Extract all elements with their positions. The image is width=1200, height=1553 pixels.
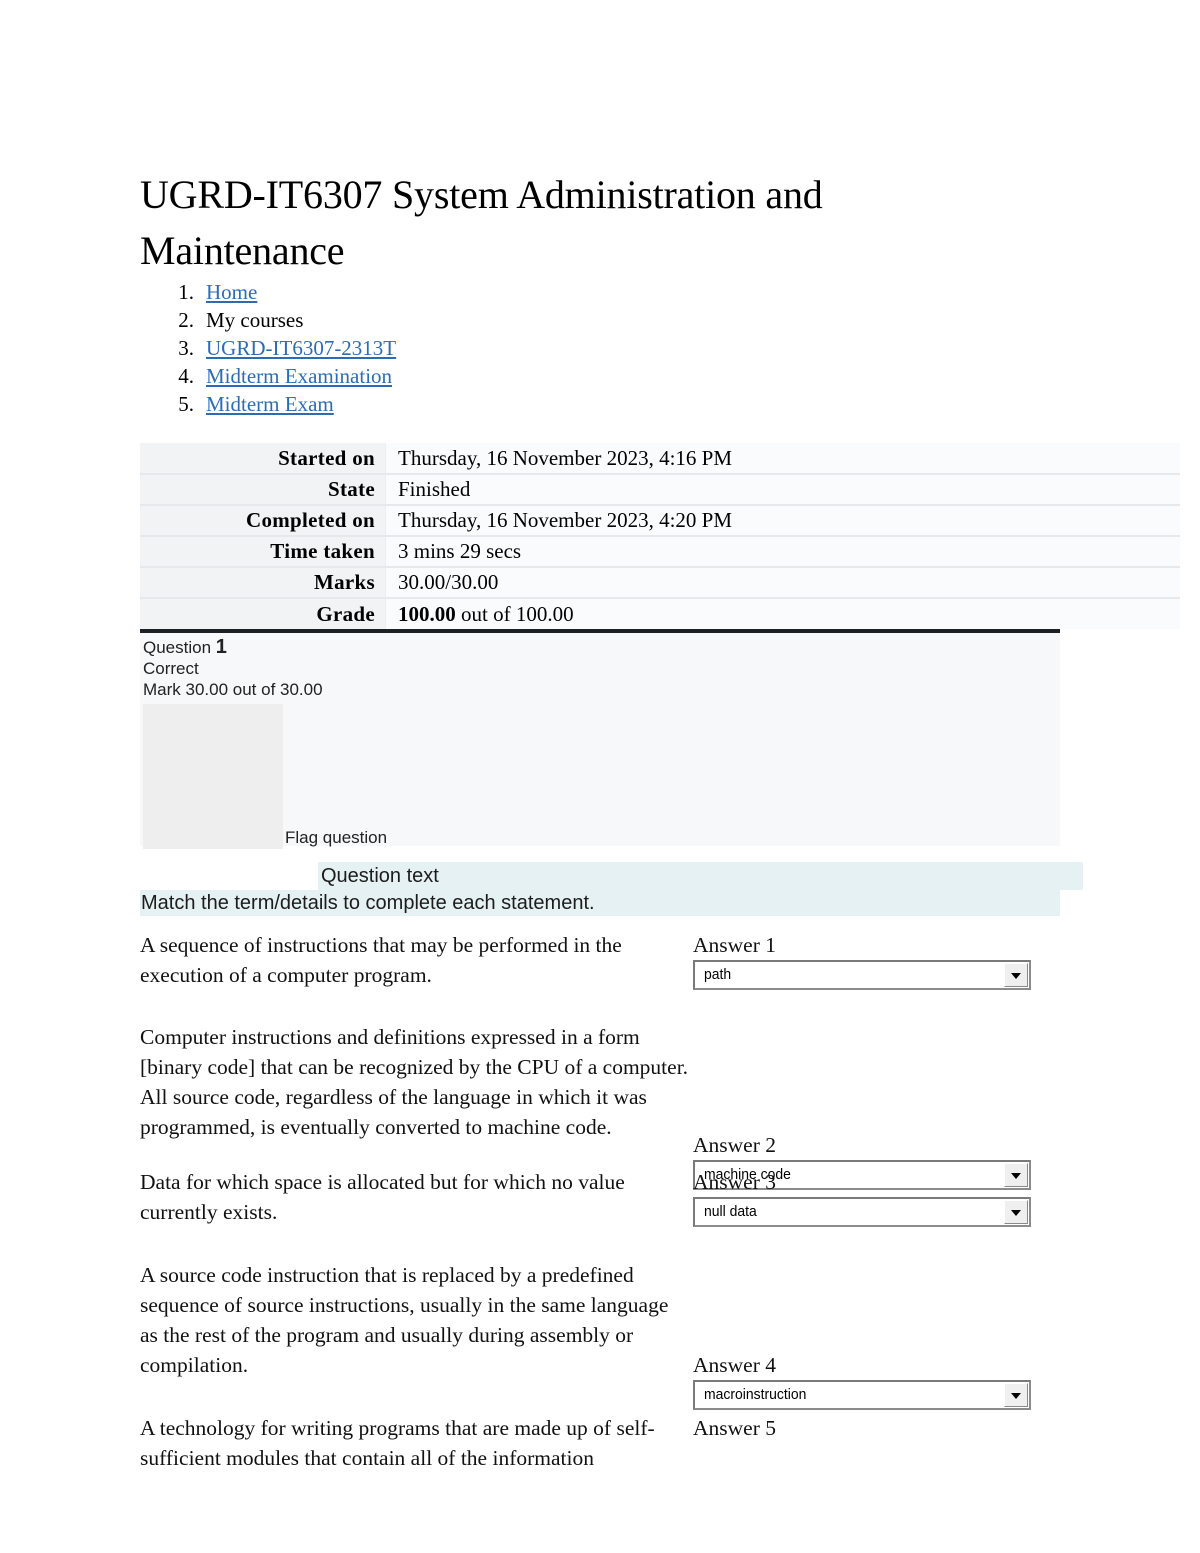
matching-row: A technology for writing programs that a… xyxy=(140,1413,1050,1493)
question-text-label: Question text xyxy=(318,862,1083,890)
grade-max: out of 100.00 xyxy=(455,601,574,626)
matching-statement: A sequence of instructions that may be p… xyxy=(140,933,622,987)
question-mark: Mark 30.00 out of 30.00 xyxy=(143,680,323,699)
breadcrumb-item[interactable]: 3. UGRD-IT6307-2313T xyxy=(140,334,840,362)
summary-row-label: Grade xyxy=(140,597,386,629)
breadcrumb-item[interactable]: 4. Midterm Examination xyxy=(140,362,840,390)
summary-row-label: Completed on xyxy=(140,504,386,536)
breadcrumb: 1. Home 2. My courses 3. UGRD-IT6307-2313T 4. M… xyxy=(140,278,840,418)
chevron-down-icon[interactable] xyxy=(1004,1383,1028,1407)
summary-row-value: Thursday, 16 November 2023, 4:16 PM xyxy=(385,443,1180,474)
matching-statement: Computer instructions and definitions ex… xyxy=(140,1025,689,1139)
summary-row-label: Time taken xyxy=(140,535,386,567)
answer-label: Answer 3 xyxy=(693,1170,776,1194)
chevron-down-icon[interactable] xyxy=(1004,963,1028,987)
breadcrumb-link[interactable]: Midterm Exam xyxy=(206,392,334,416)
matching-answer-column: Answer 4 macroinstruction xyxy=(693,1352,1038,1410)
answer-label: Answer 5 xyxy=(693,1416,776,1440)
table-row: State Finished xyxy=(140,473,1180,505)
chevron-down-icon[interactable] xyxy=(1004,1200,1028,1224)
table-row: Marks 30.00/30.00 xyxy=(140,566,1180,598)
breadcrumb-index: 5. xyxy=(178,392,194,416)
summary-row-label: State xyxy=(140,473,386,505)
summary-row-value: 30.00/30.00 xyxy=(385,566,1180,598)
answer-select-value: path xyxy=(704,966,732,983)
breadcrumb-link[interactable]: UGRD-IT6307-2313T xyxy=(206,336,396,360)
matching-row: A sequence of instructions that may be p… xyxy=(140,930,1050,1022)
answer-select-4[interactable]: macroinstruction xyxy=(693,1380,1031,1410)
summary-row-value: Thursday, 16 November 2023, 4:20 PM xyxy=(385,504,1180,536)
question-info: Question 1 Correct Mark 30.00 out of 30.… xyxy=(143,637,323,700)
question-label: Question xyxy=(143,638,212,657)
summary-row-label: Started on xyxy=(140,443,386,474)
matching-statement: A source code instruction that is replac… xyxy=(140,1263,669,1377)
question-text-body: Match the term/details to complete each … xyxy=(140,890,1060,916)
flag-question-button[interactable]: Flag question xyxy=(285,828,387,848)
answer-label: Answer 2 xyxy=(693,1133,776,1157)
matching-statement: A technology for writing programs that a… xyxy=(140,1416,655,1470)
table-row: Started on Thursday, 16 November 2023, 4:… xyxy=(140,443,1180,474)
matching-row: Computer instructions and definitions ex… xyxy=(140,1022,1050,1190)
answer-label: Answer 1 xyxy=(693,933,776,957)
summary-row-value: 3 mins 29 secs xyxy=(385,535,1180,567)
answer-select-value: null data xyxy=(704,1203,757,1220)
matching-answer-column: Answer 1 path xyxy=(693,932,1038,990)
table-row: Time taken 3 mins 29 secs xyxy=(140,535,1180,567)
page-title: UGRD-IT6307 System Administration and Ma… xyxy=(140,171,823,273)
attempt-summary-table: Started on Thursday, 16 November 2023, 4:… xyxy=(140,443,1180,629)
breadcrumb-index: 3. xyxy=(178,336,194,360)
matching-row: A source code instruction that is replac… xyxy=(140,1260,1050,1413)
breadcrumb-index: 1. xyxy=(178,280,194,304)
grade-value: 100.00 xyxy=(398,601,456,626)
answer-select-1[interactable]: path xyxy=(693,960,1031,990)
answer-select-3[interactable]: null data xyxy=(693,1197,1031,1227)
matching-row: Data for which space is allocated but fo… xyxy=(140,1167,1050,1260)
breadcrumb-link[interactable]: Midterm Examination xyxy=(206,364,392,388)
summary-row-label: Marks xyxy=(140,566,386,598)
breadcrumb-item[interactable]: 1. Home xyxy=(140,278,840,306)
breadcrumb-index: 2. xyxy=(178,308,194,332)
breadcrumb-link[interactable]: Home xyxy=(206,280,257,304)
breadcrumb-item: 2. My courses xyxy=(140,306,840,334)
question-side-panel xyxy=(143,704,283,849)
question-heading: Question 1 xyxy=(143,637,323,658)
table-row: Completed on Thursday, 16 November 2023, … xyxy=(140,504,1180,536)
breadcrumb-index: 4. xyxy=(178,364,194,388)
question-state: Correct xyxy=(143,659,199,678)
quiz-review-page: UGRD-IT6307 System Administration and Ma… xyxy=(0,0,1200,1553)
question-number: 1 xyxy=(215,636,227,658)
matching-answer-column: Answer 3 null data xyxy=(693,1169,1038,1227)
summary-row-value: Finished xyxy=(385,473,1180,505)
matching-statement: Data for which space is allocated but fo… xyxy=(140,1170,625,1224)
answer-select-value: macroinstruction xyxy=(704,1386,807,1403)
matching-answer-column: Answer 5 xyxy=(693,1415,1038,1441)
question-block: Question 1 Correct Mark 30.00 out of 30.… xyxy=(140,629,1060,849)
breadcrumb-item[interactable]: 5. Midterm Exam xyxy=(140,390,840,418)
summary-row-value: 100.00 out of 100.00 xyxy=(385,597,1180,629)
breadcrumb-link: My courses xyxy=(206,308,304,332)
answer-label: Answer 4 xyxy=(693,1353,776,1377)
table-row: Grade 100.00 out of 100.00 xyxy=(140,597,1180,629)
